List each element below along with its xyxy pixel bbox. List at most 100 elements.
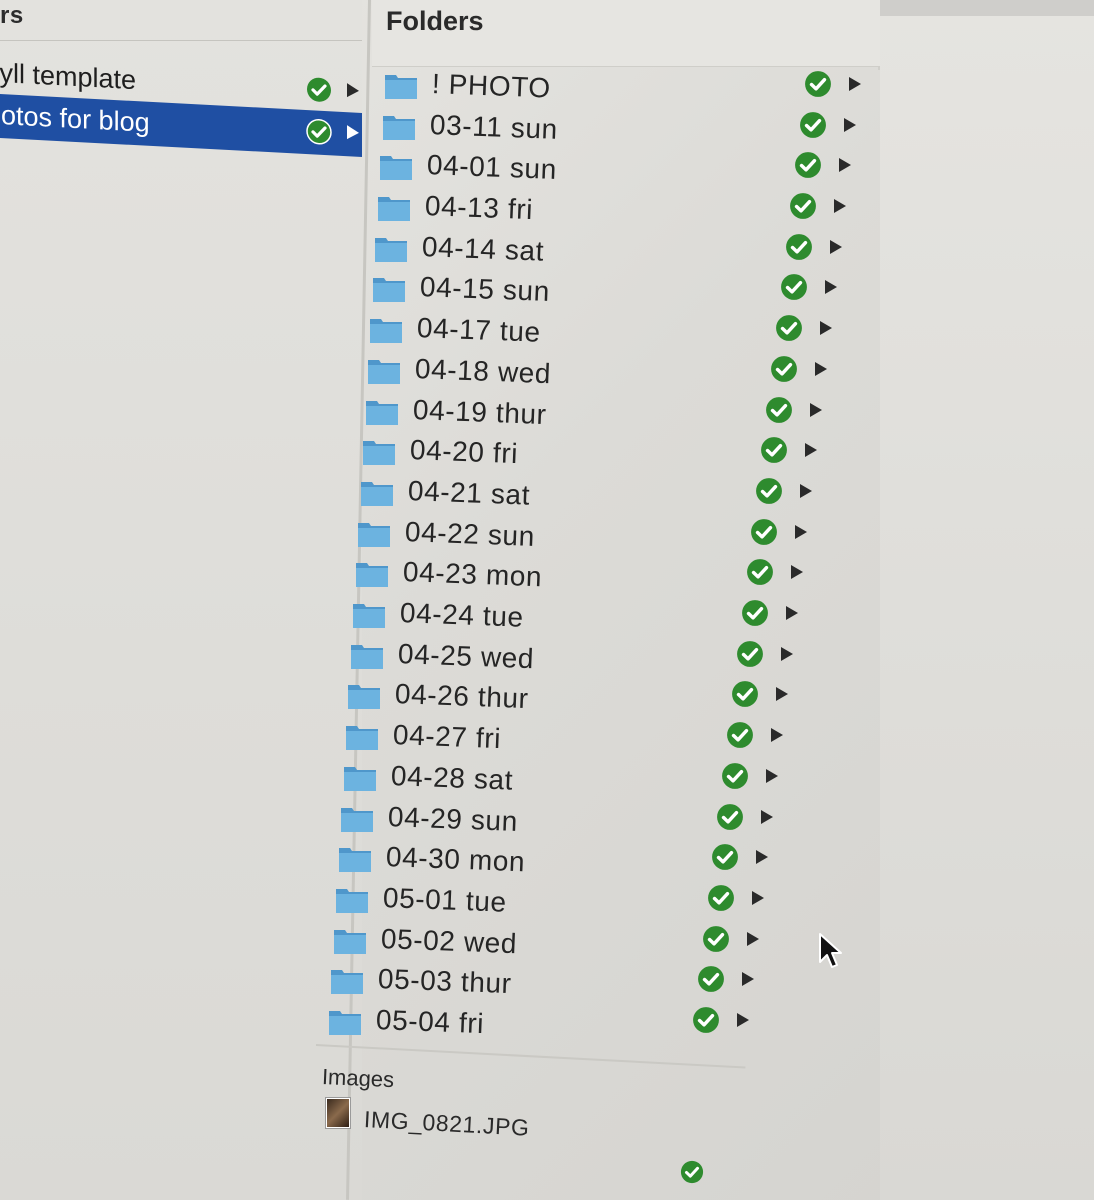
expand-arrow-icon[interactable]: [838, 157, 852, 178]
synced-check-icon: [750, 518, 778, 551]
expand-arrow-icon[interactable]: [741, 971, 755, 992]
folder-item[interactable]: 04-30 mon: [338, 841, 782, 881]
folder-icon: [377, 194, 411, 222]
synced-check-icon: [306, 76, 332, 108]
folder-item[interactable]: 04-28 sat: [343, 760, 792, 800]
folder-item[interactable]: 04-15 sun: [372, 271, 850, 311]
folder-item[interactable]: 04-24 tue: [352, 597, 810, 637]
expand-arrow-icon[interactable]: [346, 124, 360, 146]
expand-arrow-icon[interactable]: [843, 117, 857, 138]
folder-icon: [362, 438, 396, 466]
folder-label: 04-24 tue: [399, 597, 525, 633]
folder-item[interactable]: 04-29 sun: [340, 801, 786, 841]
folder-item[interactable]: 05-04 fri: [328, 1004, 762, 1044]
folder-item[interactable]: 05-02 wed: [333, 923, 772, 963]
expand-arrow-icon[interactable]: [775, 686, 789, 707]
expand-arrow-icon[interactable]: [833, 198, 847, 219]
folder-item[interactable]: 04-25 wed: [350, 638, 806, 678]
expand-arrow-icon[interactable]: [794, 524, 808, 545]
folder-label: 04-17 tue: [416, 312, 542, 348]
folder-label: 04-20 fri: [409, 434, 519, 470]
folder-item[interactable]: 05-01 tue: [335, 882, 776, 922]
folder-label: 04-14 sat: [421, 230, 545, 267]
folder-icon: [372, 275, 406, 303]
folder-icon: [369, 316, 403, 344]
synced-check-icon: [760, 436, 788, 469]
synced-check-icon: [736, 640, 764, 673]
expand-arrow-icon[interactable]: [780, 646, 794, 667]
folder-item[interactable]: 05-03 thur: [330, 963, 766, 1003]
folder-item[interactable]: 04-18 wed: [367, 353, 840, 393]
expand-arrow-icon[interactable]: [746, 931, 760, 952]
expand-arrow-icon[interactable]: [848, 76, 862, 97]
synced-check-icon: [755, 477, 783, 510]
expand-arrow-icon[interactable]: [814, 361, 828, 382]
synced-check-icon: [716, 803, 744, 836]
parent-folder-column: rs kyll template hotos for blog: [0, 0, 362, 1200]
synced-check-icon: [306, 118, 332, 150]
synced-check-icon: [721, 762, 749, 795]
expand-arrow-icon[interactable]: [751, 890, 765, 911]
synced-check-icon: [680, 1160, 704, 1189]
folders-header: Folders: [372, 0, 880, 67]
synced-check-icon: [789, 192, 817, 225]
synced-check-icon: [741, 599, 769, 632]
folder-label: 05-03 thur: [377, 963, 513, 1000]
folder-label: 03-11 sun: [428, 108, 558, 145]
folder-item[interactable]: 03-11 sun: [382, 109, 870, 149]
expand-arrow-icon[interactable]: [760, 809, 774, 830]
synced-check-icon: [799, 111, 827, 144]
synced-check-icon: [804, 70, 832, 103]
expand-arrow-icon[interactable]: [829, 239, 843, 260]
expand-arrow-icon[interactable]: [765, 768, 779, 789]
folder-icon: [340, 805, 374, 833]
expand-arrow-icon[interactable]: [819, 320, 833, 341]
folder-label: 04-18 wed: [414, 352, 552, 390]
expand-arrow-icon[interactable]: [809, 402, 823, 423]
folder-item[interactable]: 04-19 thur: [365, 394, 836, 434]
folder-label: 04-23 mon: [402, 556, 543, 593]
expand-arrow-icon[interactable]: [824, 279, 838, 300]
folder-label: 04-21 sat: [407, 474, 531, 511]
folder-item[interactable]: 04-01 sun: [379, 149, 864, 189]
folder-item[interactable]: 04-17 tue: [369, 312, 844, 352]
folder-icon: [355, 560, 389, 588]
left-column-header: rs: [0, 0, 362, 41]
expand-arrow-icon[interactable]: [755, 849, 769, 870]
folder-item[interactable]: 04-13 fri: [377, 190, 860, 230]
synced-check-icon: [711, 843, 739, 876]
expand-arrow-icon[interactable]: [785, 605, 799, 626]
folder-item[interactable]: 04-23 mon: [355, 556, 816, 596]
folder-item[interactable]: 04-27 fri: [345, 719, 796, 759]
folder-label: 04-26 thur: [394, 678, 530, 715]
folder-label: 04-13 fri: [424, 190, 534, 226]
folder-item[interactable]: 04-14 sat: [374, 231, 854, 271]
image-item[interactable]: IMG_0821.JPG: [326, 1098, 746, 1141]
folder-label: 04-28 sat: [390, 759, 514, 796]
folder-icon: [330, 967, 364, 995]
expand-arrow-icon[interactable]: [346, 82, 360, 104]
folder-icon: [384, 72, 418, 100]
folder-icon: [357, 520, 391, 548]
folder-item[interactable]: 04-21 sat: [360, 475, 826, 515]
folder-label: 05-01 tue: [382, 881, 508, 918]
mouse-pointer-icon: [818, 932, 844, 977]
folder-label: 04-29 sun: [387, 800, 519, 837]
expand-arrow-icon[interactable]: [736, 1012, 750, 1033]
folder-icon: [335, 886, 369, 914]
expand-arrow-icon[interactable]: [804, 442, 818, 463]
folder-label: 05-04 fri: [375, 1004, 485, 1040]
parent-folder-label: kyll template: [0, 57, 137, 96]
folder-label: 04-01 sun: [426, 149, 558, 186]
folder-icon: [367, 357, 401, 385]
top-strip: [880, 0, 1094, 16]
folder-item[interactable]: 04-20 fri: [362, 434, 830, 474]
expand-arrow-icon[interactable]: [790, 564, 804, 585]
folder-item[interactable]: 04-22 sun: [357, 516, 820, 556]
folder-item[interactable]: ! PHOTO: [384, 68, 874, 108]
synced-check-icon: [794, 151, 822, 184]
expand-arrow-icon[interactable]: [770, 727, 784, 748]
folder-icon: [365, 398, 399, 426]
expand-arrow-icon[interactable]: [799, 483, 813, 504]
folder-item[interactable]: 04-26 thur: [347, 678, 800, 718]
